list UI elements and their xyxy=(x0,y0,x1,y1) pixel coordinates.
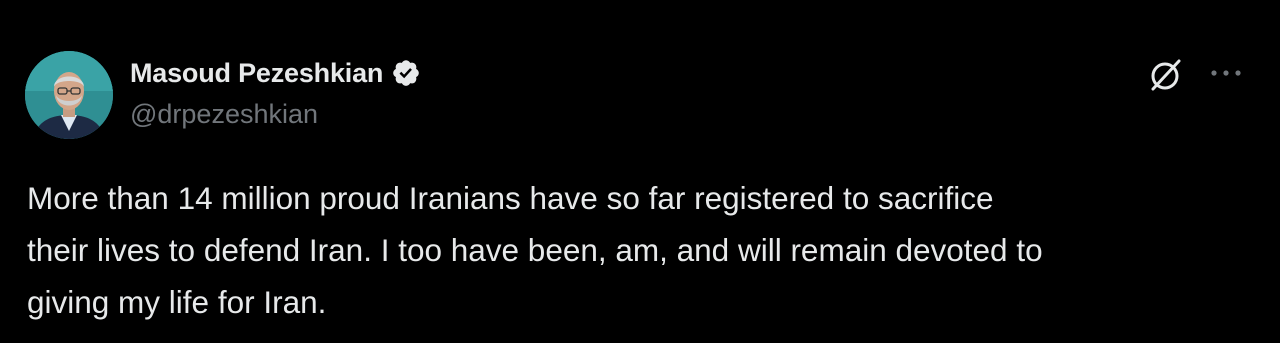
tweet-text: More than 14 million proud Iranians have… xyxy=(27,180,1043,320)
author-handle[interactable]: @drpezeshkian xyxy=(130,99,318,130)
verified-badge-icon[interactable] xyxy=(391,58,421,88)
author-name-row: Masoud Pezeshkian xyxy=(130,55,421,91)
avatar[interactable] xyxy=(25,51,113,139)
author-display-name[interactable]: Masoud Pezeshkian xyxy=(130,58,383,89)
more-options-icon[interactable] xyxy=(1206,58,1246,88)
grok-icon[interactable] xyxy=(1146,55,1186,95)
tweet-card: Masoud Pezeshkian @drpezeshkian More tha… xyxy=(0,0,1280,343)
avatar-image xyxy=(25,51,113,139)
